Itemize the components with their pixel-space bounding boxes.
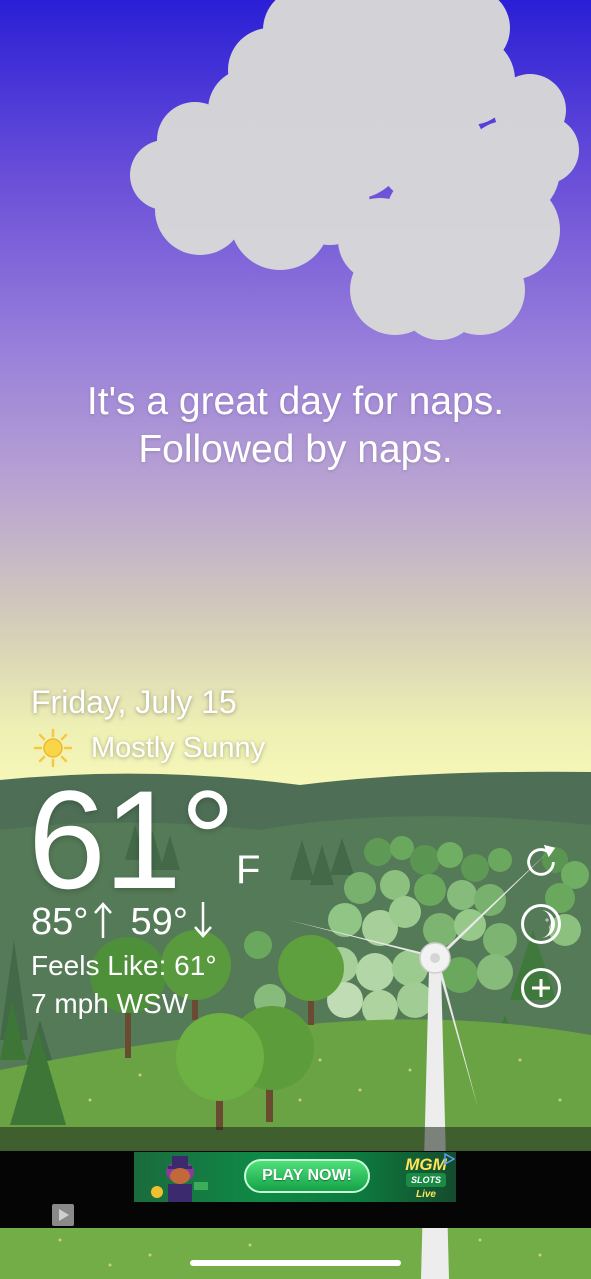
feels-like: Feels Like: 61° xyxy=(31,950,217,981)
ad-strip xyxy=(0,1127,591,1151)
temperature-unit: F xyxy=(236,848,261,892)
arrow-up-icon xyxy=(94,902,113,938)
refresh-icon xyxy=(527,844,556,876)
tagline-line-1: It's a great day for naps. xyxy=(86,380,505,423)
high-temperature: 85° xyxy=(31,901,89,943)
moon-phase-icon xyxy=(541,910,555,938)
ad-choices-icon[interactable] xyxy=(443,1153,455,1165)
weather-scene-background xyxy=(0,0,591,1279)
cloud-illustration xyxy=(130,0,579,340)
ad-brand-line-3: Live xyxy=(415,1189,436,1200)
ad-character-icon xyxy=(151,1156,208,1202)
moon-phase-button[interactable] xyxy=(521,904,561,944)
low-temperature: 59° xyxy=(130,901,188,943)
ad-play-now-button[interactable]: PLAY NOW! xyxy=(244,1159,370,1193)
ad-video-icon[interactable] xyxy=(52,1204,74,1226)
add-icon xyxy=(532,979,550,997)
condition-text: Mostly Sunny xyxy=(91,731,266,764)
weather-tagline: It's a great day for naps. Followed by n… xyxy=(0,378,591,474)
ad-banner[interactable]: PLAY NOW! MGM SLOTS Live xyxy=(134,1152,456,1202)
home-indicator[interactable] xyxy=(190,1260,401,1266)
tagline-line-2: Followed by naps. xyxy=(138,428,453,471)
high-low-temperatures: 85° 59° xyxy=(31,900,214,944)
wind-info: 7 mph WSW xyxy=(31,988,189,1019)
refresh-button[interactable] xyxy=(521,842,561,882)
add-location-button[interactable] xyxy=(521,968,561,1008)
current-temperature: 61° xyxy=(28,761,236,918)
weather-date: Friday, July 15 xyxy=(31,684,237,720)
ad-brand-line-2: SLOTS xyxy=(406,1173,446,1187)
arrow-down-icon xyxy=(194,902,212,938)
